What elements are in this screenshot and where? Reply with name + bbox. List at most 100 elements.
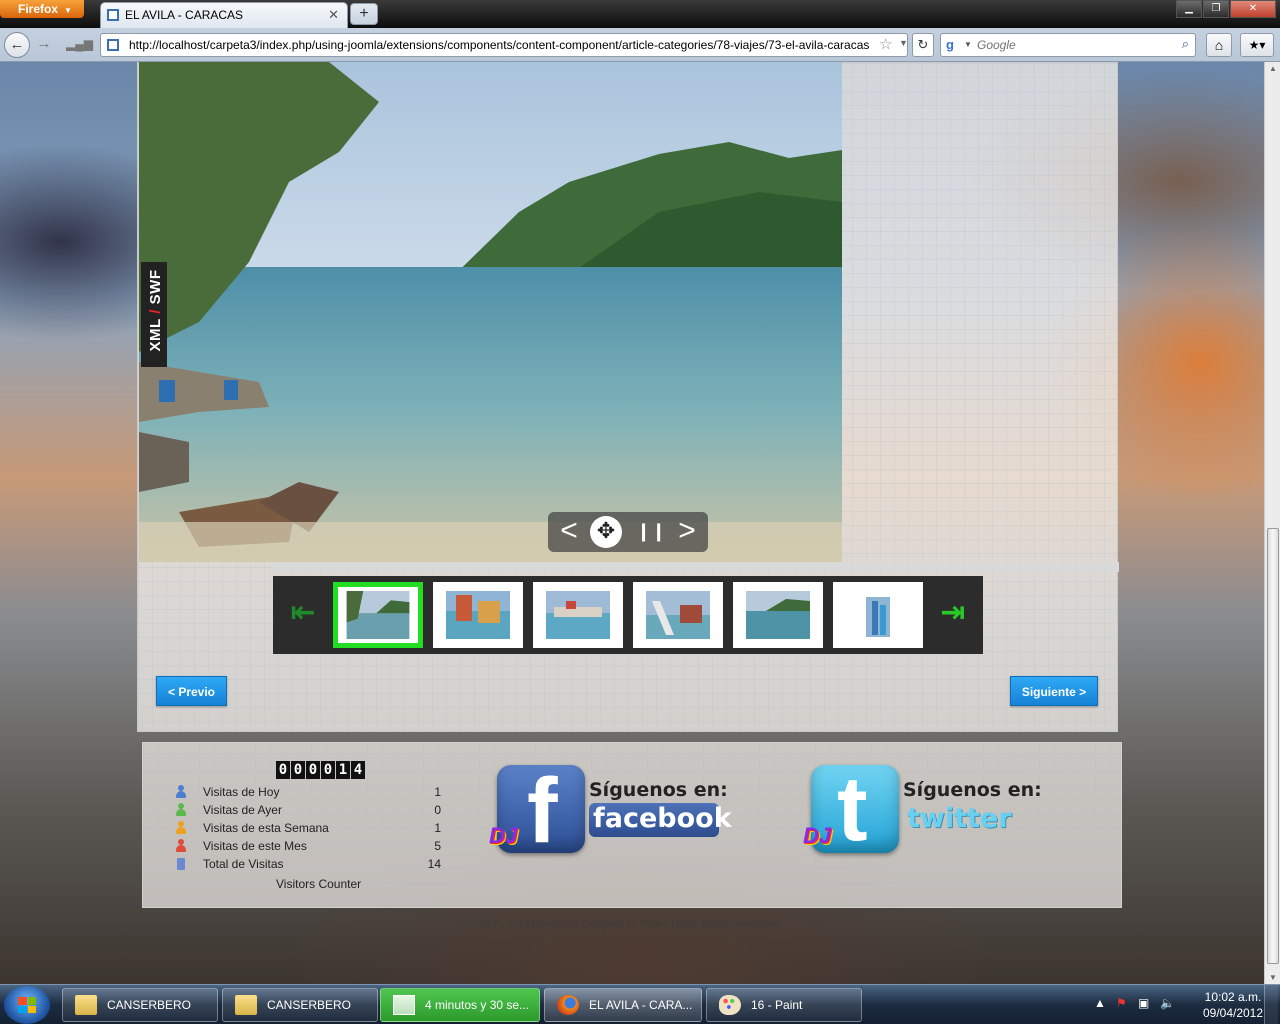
browser-tab[interactable]: EL AVILA - CARACAS ✕ — [100, 2, 348, 28]
xml-swf-separator: / — [147, 309, 164, 314]
signal-bars-icon[interactable]: ▂▄▆ — [66, 33, 93, 57]
next-article-button[interactable]: Siguiente > — [1010, 676, 1098, 706]
visitors-counter-link[interactable]: Visitors Counter — [276, 877, 361, 891]
thumbnails-back-arrow-icon[interactable]: ⇤ — [283, 594, 323, 634]
facebook-wordmark: facebook — [589, 803, 732, 837]
copyright-text: © 2007 - 2012 Phoca.cz | Designed by Pho… — [466, 919, 779, 930]
history-dropdown-icon[interactable]: ▼ — [899, 38, 908, 48]
footer-panel: 0 0 0 0 1 4 Visitas de Hoy 1 Visitas de … — [142, 742, 1122, 908]
tab-title: EL AVILA - CARACAS — [125, 8, 244, 22]
thumbnail[interactable] — [333, 582, 423, 648]
xml-swf-label[interactable]: XML / SWF — [141, 262, 167, 367]
scroll-down-icon[interactable]: ▼ — [1269, 973, 1277, 982]
reload-button[interactable]: ↻ — [912, 33, 934, 57]
swf-label: SWF — [147, 269, 164, 305]
previous-article-button[interactable]: < Previo — [156, 676, 227, 706]
volume-icon[interactable]: 🔈 — [1160, 996, 1175, 1010]
maximize-window-button[interactable]: ❐ — [1203, 0, 1229, 18]
close-window-button[interactable]: ✕ — [1230, 0, 1276, 18]
taskbar-item-paint[interactable]: 16 - Paint — [706, 988, 862, 1022]
move-icon[interactable]: ✥ — [590, 516, 622, 548]
visits-label: Visitas de este Mes — [203, 839, 307, 853]
facebook-follow-badge[interactable]: f Síguenos en: facebook DJ — [485, 760, 735, 862]
taskbar-item-copy-progress[interactable]: 4 minutos y 30 se... — [380, 988, 540, 1022]
thumbnail[interactable] — [633, 582, 723, 648]
visits-total-row: Total de Visitas 14 — [173, 855, 443, 873]
taskbar-item-folder[interactable]: CANSERBERO — [62, 988, 218, 1022]
network-icon[interactable]: ▣ — [1138, 996, 1149, 1010]
visits-value: 14 — [427, 857, 441, 871]
taskbar-item-label: 16 - Paint — [751, 998, 803, 1012]
thumbnail-image — [346, 591, 410, 639]
photo-controls: < ✥ ❙❙ > — [548, 512, 708, 552]
taskbar-item-folder[interactable]: CANSERBERO — [222, 988, 378, 1022]
search-input[interactable] — [977, 37, 1167, 53]
taskbar-item-label: EL AVILA - CARA... — [589, 998, 693, 1012]
counter-digit: 0 — [321, 761, 335, 779]
navigation-toolbar: ← → ▂▄▆ ☆ ▼ ↻ g ▼ ⌕ ⌂ ★▾ — [0, 28, 1280, 62]
taskbar-item-firefox[interactable]: EL AVILA - CARA... — [544, 988, 702, 1022]
taskbar-item-label: CANSERBERO — [267, 998, 352, 1012]
visits-label: Visitas de esta Semana — [203, 821, 329, 835]
system-tray: ▲ ⚑ ▣ 🔈 10:02 a.m. 09/04/2012 — [1088, 985, 1280, 1024]
previous-photo-button[interactable]: < — [554, 512, 584, 552]
home-button[interactable]: ⌂ — [1206, 33, 1232, 57]
visit-counter-digits: 0 0 0 0 1 4 — [276, 761, 365, 779]
user-icon — [175, 803, 187, 816]
thumbnails-forward-arrow-icon[interactable]: ⇥ — [933, 594, 973, 634]
firefox-menu-button[interactable]: Firefox ▼ — [0, 0, 84, 18]
taskbar-item-label: CANSERBERO — [107, 998, 192, 1012]
scroll-up-icon[interactable]: ▲ — [1269, 64, 1277, 73]
play-slideshow-icon[interactable]: ❙❙ — [636, 512, 666, 552]
url-input[interactable] — [129, 37, 869, 53]
page-viewport: XML / SWF < ✥ ❙❙ > ⇤ ⇥ < Previo Siguient… — [0, 62, 1264, 984]
user-icon — [175, 839, 187, 852]
action-center-flag-icon[interactable]: ⚑ — [1116, 996, 1127, 1010]
visits-label: Visitas de Ayer — [203, 803, 282, 817]
dj-logo-text: DJ — [489, 823, 518, 848]
counter-digit: 0 — [291, 761, 305, 779]
visits-value: 0 — [434, 803, 441, 817]
start-button[interactable] — [4, 986, 50, 1024]
visits-label: Visitas de Hoy — [203, 785, 280, 799]
scrollbar-thumb[interactable] — [1267, 528, 1279, 964]
bookmark-star-icon[interactable]: ☆ — [879, 35, 892, 53]
search-icon[interactable]: ⌕ — [1182, 36, 1189, 52]
minimize-window-button[interactable]: ▁ — [1176, 0, 1202, 18]
thumbnail[interactable] — [433, 582, 523, 648]
site-identity-icon[interactable] — [107, 39, 119, 51]
google-engine-icon[interactable]: g — [946, 37, 962, 53]
folder-icon — [75, 995, 97, 1015]
beach-photo — [139, 62, 842, 562]
clock-time[interactable]: 10:02 a.m. — [1198, 990, 1268, 1004]
twitter-wordmark: twitter — [907, 803, 1012, 834]
windows-taskbar: CANSERBERO CANSERBERO 4 minutos y 30 se.… — [0, 984, 1280, 1024]
search-bar[interactable]: g ▼ ⌕ — [940, 33, 1196, 57]
visits-yesterday-row: Visitas de Ayer 0 — [173, 801, 443, 819]
back-button[interactable]: ← — [4, 32, 30, 58]
engine-dropdown-icon[interactable]: ▼ — [964, 40, 972, 49]
close-tab-icon[interactable]: ✕ — [328, 3, 339, 27]
bookmarks-menu-button[interactable]: ★▾ — [1240, 33, 1274, 57]
vertical-scrollbar[interactable]: ▲ ▼ — [1264, 62, 1280, 984]
firefox-menu-label: Firefox — [18, 2, 59, 16]
site-favicon-icon — [107, 9, 119, 21]
firefox-icon — [557, 995, 579, 1015]
twitter-follow-badge[interactable]: t Síguenos en: twitter DJ — [799, 758, 1049, 861]
thumbnail[interactable] — [733, 582, 823, 648]
clock-date[interactable]: 09/04/2012 — [1198, 1006, 1268, 1020]
visits-value: 1 — [434, 821, 441, 835]
show-desktop-button[interactable] — [1264, 985, 1278, 1024]
thumbnail-image — [546, 591, 610, 639]
thumbnail[interactable] — [833, 582, 923, 648]
follow-heading: Síguenos en: — [589, 779, 728, 801]
thumbnail[interactable] — [533, 582, 623, 648]
forward-button[interactable]: → — [32, 33, 56, 57]
new-tab-button[interactable]: + — [350, 3, 378, 25]
show-hidden-icons-icon[interactable]: ▲ — [1094, 996, 1106, 1010]
gallery-main-photo[interactable] — [139, 62, 842, 562]
address-bar[interactable]: ☆ ▼ — [100, 33, 908, 57]
visits-value: 5 — [434, 839, 441, 853]
next-photo-button[interactable]: > — [672, 512, 702, 552]
dj-logo-text: DJ — [803, 823, 832, 848]
